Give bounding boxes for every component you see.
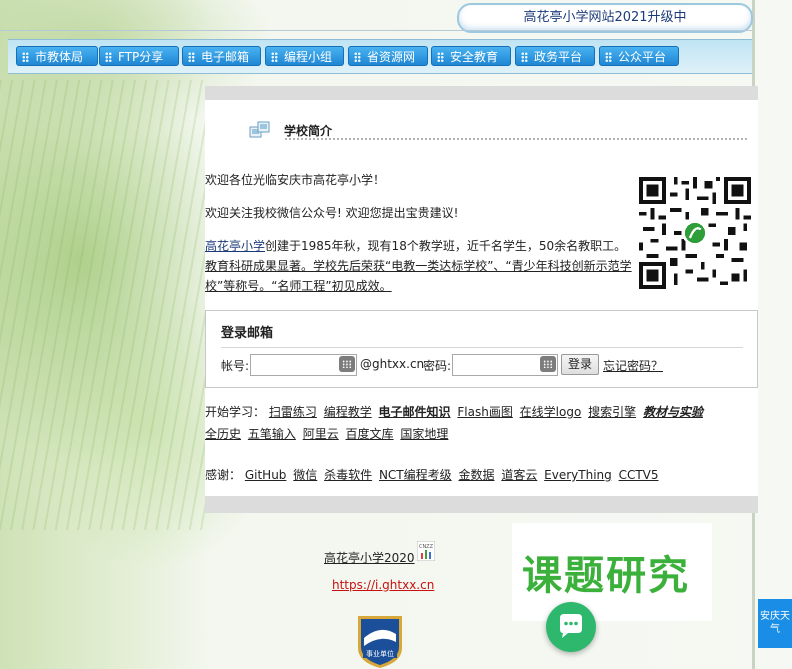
nav-item-label: 政务平台 [534,50,583,64]
cnzz-label: CNZZ [419,544,434,550]
main-panel: 学校简介 欢迎各位光临安庆市高花亭小学！ 欢迎关注我校微信公众号! 欢迎您提出宝… [205,86,758,513]
section-title: 学校简介 [284,124,333,138]
nav-item-public[interactable]: 公众平台 [599,46,679,66]
thanks-links-row: 感谢： GitHub 微信 杀毒软件 NCT编程考级 金数据 道客云 Every… [205,467,662,483]
grid-dots-icon [271,52,278,62]
school-intro-paragraph: 高花亭小学创建于1985年秋，现有18个教学班，近千名学生，50余名教职工。教育… [205,236,635,296]
link-wechat[interactable]: 微信 [293,468,317,482]
chat-button[interactable] [546,602,596,652]
link-github[interactable]: GitHub [245,468,287,482]
link-online-logo[interactable]: 在线学logo [520,405,582,419]
site-url-link[interactable]: https://i.ghtxx.cn [332,578,434,592]
nav-item-province-resources[interactable]: 省资源网 [348,46,428,66]
forgot-password-link[interactable]: 忘记密码？ [603,357,663,374]
grid-dots-icon [188,52,195,62]
grid-dots-icon [354,52,361,62]
thanks-prefix: 感谢： [205,468,242,482]
nav-item-label: 省资源网 [367,50,416,64]
link-baidu-wenku[interactable]: 百度文库 [346,427,394,441]
wechat-text: 欢迎关注我校微信公众号! 欢迎您提出宝贵建议! [205,206,459,220]
public-institution-badge-icon[interactable]: 事业单位 [354,612,406,669]
link-textbook-experiment[interactable]: 教材与实验 [643,405,703,419]
nav-item-government[interactable]: 政务平台 [515,46,595,66]
nav-item-label: 安全教育 [450,50,499,64]
grid-dots-icon [605,52,612,62]
grid-dots-icon [22,52,29,62]
panel-top-bar [205,86,758,100]
account-label: 帐号: [221,359,250,373]
link-jinshuju[interactable]: 金数据 [458,468,494,482]
chat-bubble-icon [560,614,582,638]
login-title: 登录邮箱 [221,326,274,341]
nav-item-education-bureau[interactable]: 市教体局 [16,46,98,66]
learning-prefix: 开始学习： [205,405,266,419]
intro-body-1: 创建于1985年秋，现有18个教学班，近千名学生，50余名教职工。 [265,239,627,253]
nav-item-label: 编程小组 [284,50,333,64]
nav-item-label: FTP分享 [118,50,164,64]
welcome-text: 欢迎各位光临安庆市高花亭小学！ [205,173,386,187]
password-label: 密码: [423,359,452,373]
link-national-geographic[interactable]: 国家地理 [400,427,448,441]
copyright-link[interactable]: 高花亭小学2020 [324,549,415,566]
intro-body-2: 教育科研成果显著。学校先后荣获“电教一类达标学校”、“青少年科技创新示范学校”等… [205,259,632,293]
badge-label: 事业单位 [366,649,394,658]
research-banner-text: 课题研究 [522,553,690,599]
link-email-knowledge[interactable]: 电子邮件知识 [379,405,451,419]
header-divider [0,30,752,31]
link-everything[interactable]: EveryThing [544,468,612,482]
nav-item-safety[interactable]: 安全教育 [431,46,511,66]
email-login-box: 登录邮箱 帐号: @ghtxx.cn 密码: 登录 忘记密码？ [205,310,758,388]
link-cctv5[interactable]: CCTV5 [619,468,659,482]
grid-dots-icon [437,52,444,62]
grass-texture [0,80,205,530]
link-daoke-cloud[interactable]: 道客云 [501,468,537,482]
section-windows-icon [249,121,270,138]
link-aliyun[interactable]: 阿里云 [303,427,339,441]
learning-links-row-2: 全历史 五笔输入 阿里云 百度文库 国家地理 [205,426,451,442]
nav-item-label: 市教体局 [35,50,84,64]
cnzz-stats-icon[interactable]: CNZZ [417,541,435,561]
link-wubi-input[interactable]: 五笔输入 [248,427,296,441]
link-nct-exam[interactable]: NCT编程考级 [379,468,452,482]
wechat-qr-code [639,177,751,289]
keyboard-icon[interactable] [540,356,556,372]
nav-item-label: 电子邮箱 [201,50,250,64]
school-name-link[interactable]: 高花亭小学 [205,239,265,253]
nav-item-programming[interactable]: 编程小组 [265,46,344,66]
panel-bottom-bar [205,496,758,513]
link-programming-teaching[interactable]: 编程教学 [324,405,372,419]
main-navbar: 市教体局 FTP分享 电子邮箱 编程小组 省资源网 安全教育 政务平台 公众平台 [8,39,752,74]
link-flash-drawing[interactable]: Flash画图 [457,405,512,419]
nav-item-label: 公众平台 [618,50,667,64]
section-dotted-rule [284,138,749,140]
link-minesweeper[interactable]: 扫雷练习 [269,405,317,419]
nav-item-ftp[interactable]: FTP分享 [99,46,179,66]
login-button[interactable]: 登录 [561,354,599,375]
link-all-history[interactable]: 全历史 [205,427,241,441]
learning-links-row: 开始学习： 扫雷练习 编程教学 电子邮件知识 Flash画图 在线学logo 搜… [205,404,706,420]
grid-dots-icon [521,52,528,62]
site-title-banner: 高花亭小学网站2021升级中 [457,3,753,33]
grid-dots-icon [105,52,112,62]
keyboard-icon[interactable] [339,356,355,372]
link-antivirus[interactable]: 杀毒软件 [324,468,372,482]
nav-item-email[interactable]: 电子邮箱 [182,46,261,66]
weather-button[interactable]: 安庆天气 [758,599,792,648]
login-divider [221,347,743,348]
domain-suffix: @ghtxx.cn [360,357,425,371]
link-search-engine[interactable]: 搜索引擎 [588,405,636,419]
research-banner[interactable]: 课题研究 [512,523,712,621]
